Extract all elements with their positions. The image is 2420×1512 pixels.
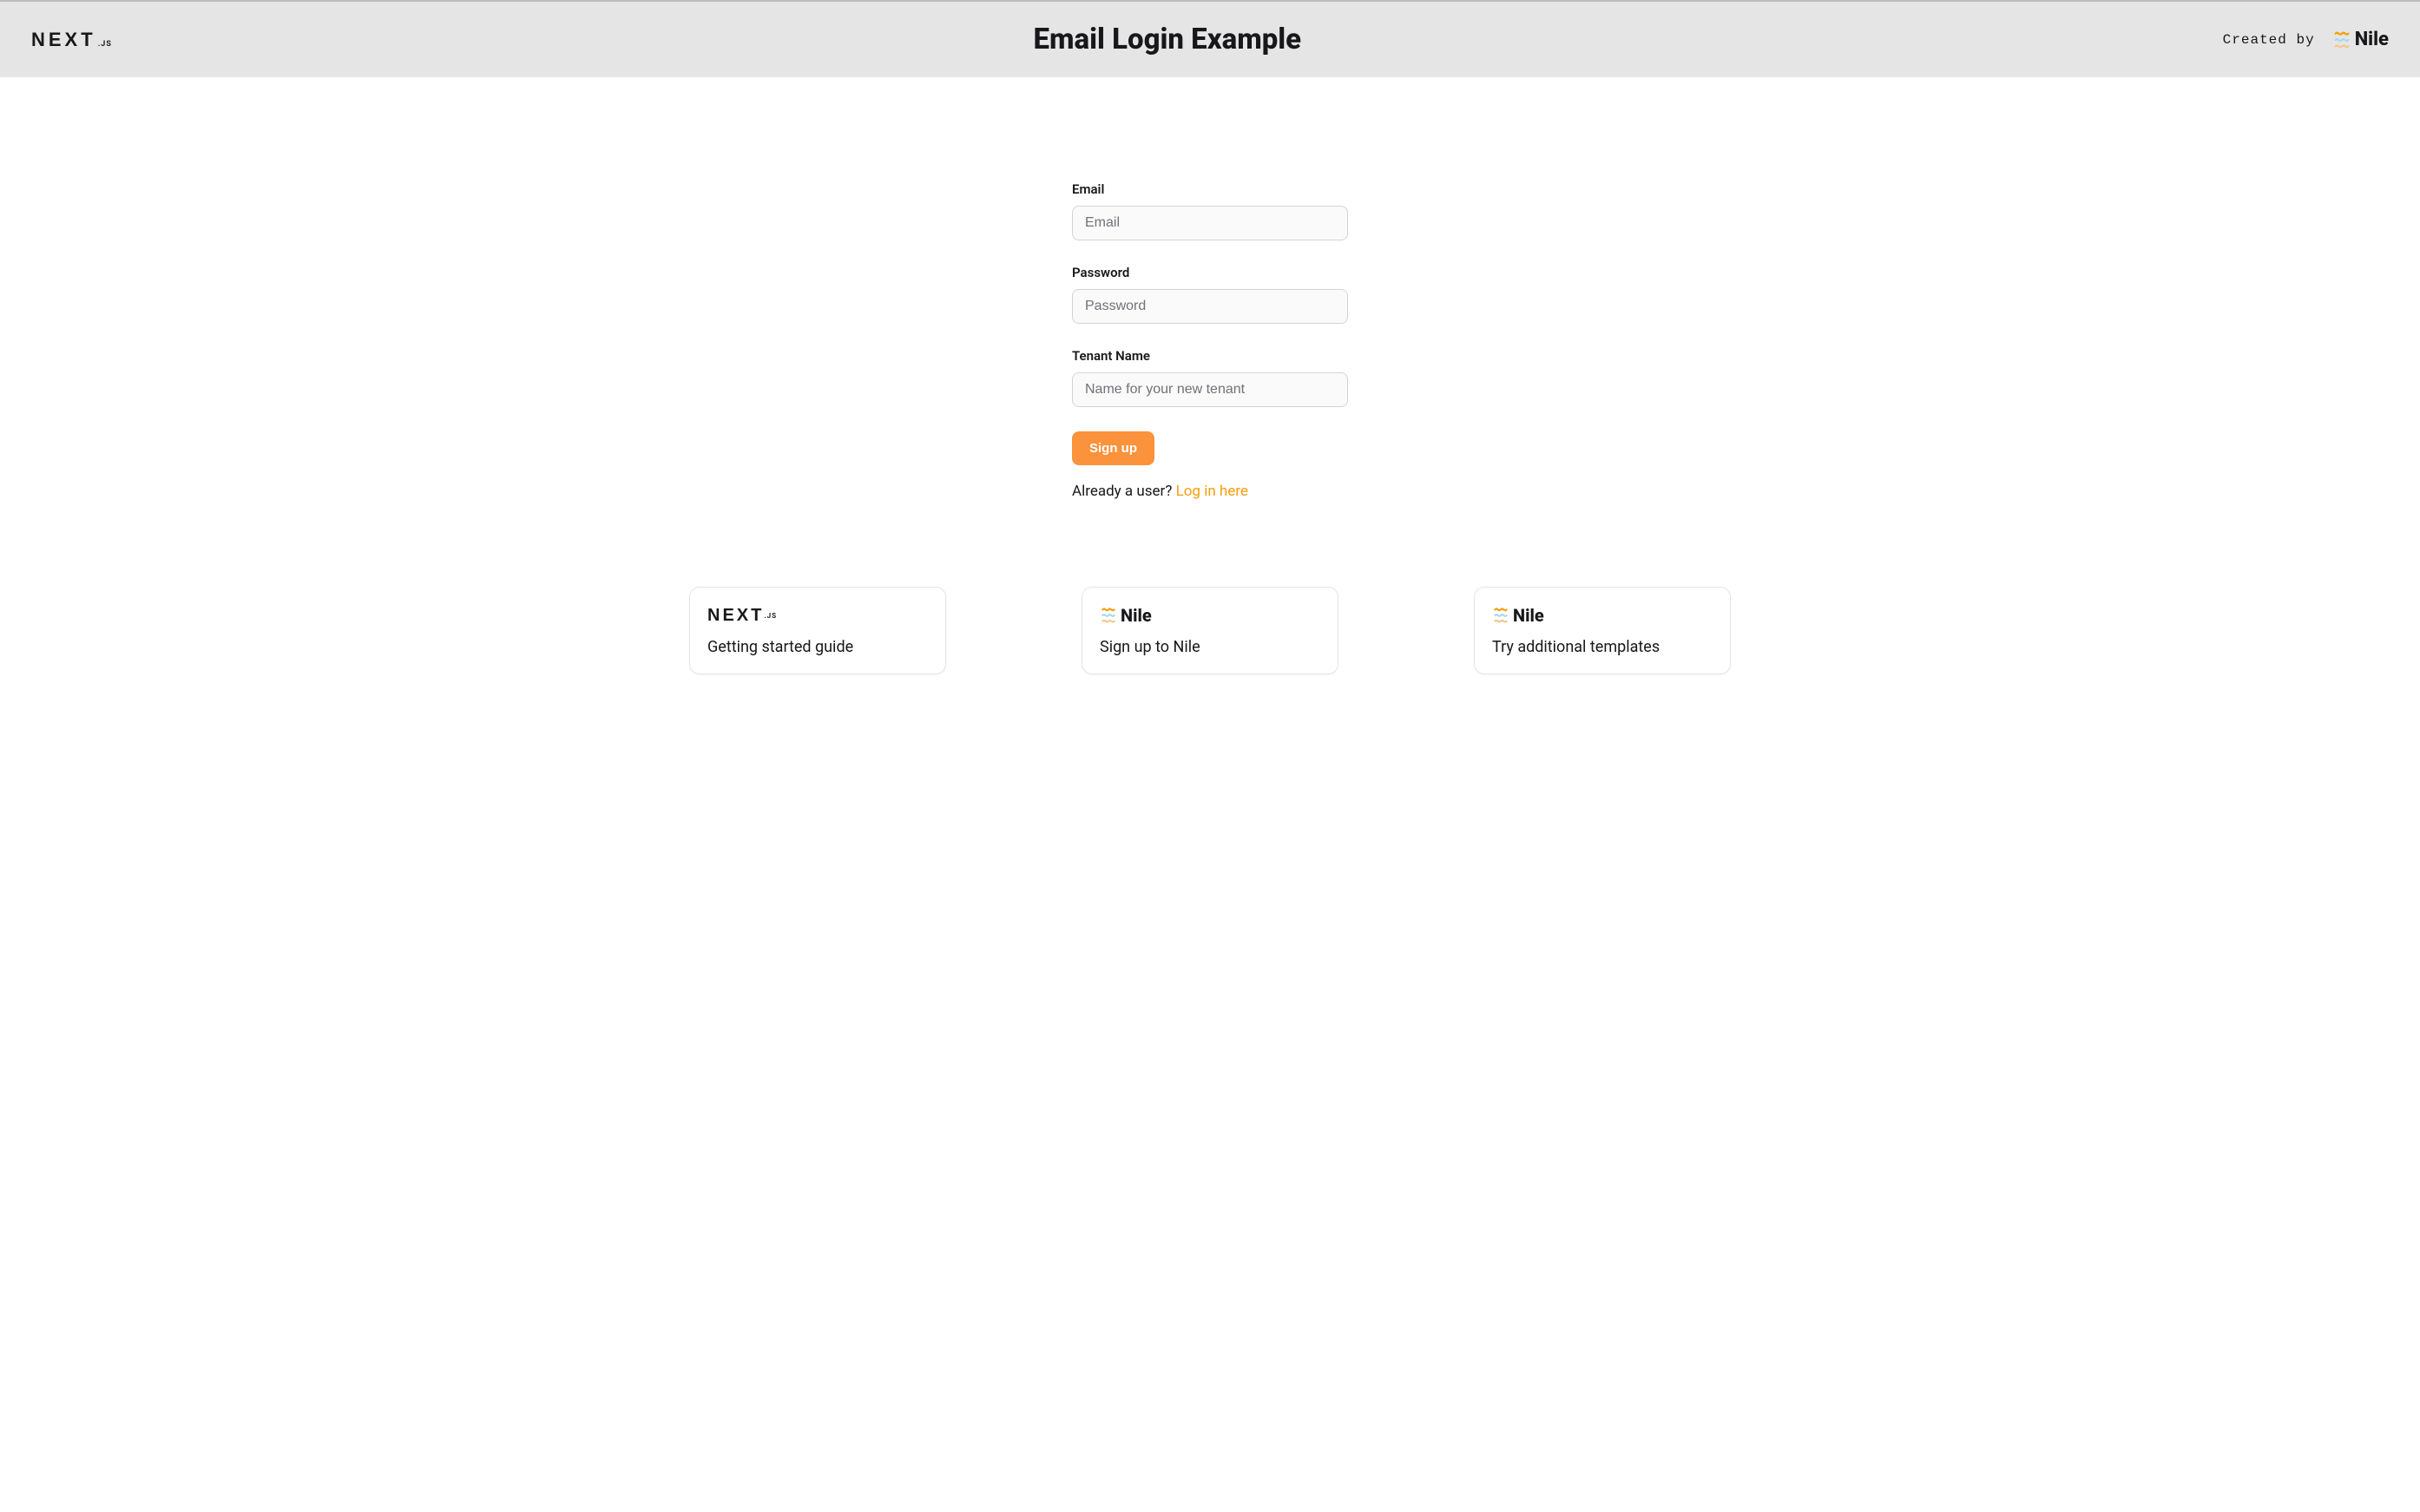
card-logo-nile: Nile <box>1100 605 1320 626</box>
nextjs-logo-main: NEXT <box>707 606 764 626</box>
password-label: Password <box>1072 265 1348 280</box>
tenant-label: Tenant Name <box>1072 348 1348 364</box>
card-logo-nile: Nile <box>1492 605 1713 626</box>
login-link[interactable]: Log in here <box>1176 483 1248 500</box>
card-templates[interactable]: Nile Try additional templates <box>1474 587 1731 674</box>
email-label: Email <box>1072 181 1348 197</box>
nile-logo-text: Nile <box>2355 29 2389 50</box>
card-text: Sign up to Nile <box>1100 638 1320 656</box>
header-left: NEXT .JS <box>31 29 112 51</box>
email-input[interactable] <box>1072 206 1348 240</box>
nile-icon <box>1100 607 1117 624</box>
password-input[interactable] <box>1072 289 1348 324</box>
tenant-field-group: Tenant Name <box>1072 348 1348 407</box>
email-field-group: Email <box>1072 181 1348 240</box>
header-right: Created by Nile <box>2223 29 2389 50</box>
nextjs-logo-suffix: .JS <box>764 612 777 620</box>
created-by-label: Created by <box>2223 32 2315 48</box>
page-title: Email Login Example <box>1033 23 1301 56</box>
card-logo-nextjs: NEXT .JS <box>707 605 928 626</box>
card-getting-started[interactable]: NEXT .JS Getting started guide <box>689 587 946 674</box>
nile-logo-text: Nile <box>1121 605 1152 626</box>
nile-logo-text: Nile <box>1513 605 1544 626</box>
nextjs-logo-suffix: .JS <box>98 40 112 49</box>
signup-form: Email Password Tenant Name Sign up Alrea… <box>1072 181 1348 500</box>
card-text: Getting started guide <box>707 638 928 656</box>
login-prompt-row: Already a user? Log in here <box>1072 483 1348 500</box>
nextjs-logo-main: NEXT <box>31 29 96 51</box>
nextjs-logo: NEXT .JS <box>31 29 112 51</box>
main-content: Email Password Tenant Name Sign up Alrea… <box>0 77 2420 674</box>
signup-button[interactable]: Sign up <box>1072 431 1154 465</box>
page-header: NEXT .JS Email Login Example Created by … <box>0 0 2420 77</box>
nile-logo: Nile <box>2332 29 2389 50</box>
nile-icon <box>1492 607 1509 624</box>
login-prompt-text: Already a user? <box>1072 483 1176 500</box>
cards-row: NEXT .JS Getting started guide Nile Sign… <box>602 587 1818 674</box>
nile-icon <box>2332 30 2351 49</box>
card-text: Try additional templates <box>1492 638 1713 656</box>
card-signup-nile[interactable]: Nile Sign up to Nile <box>1082 587 1338 674</box>
password-field-group: Password <box>1072 265 1348 324</box>
tenant-input[interactable] <box>1072 372 1348 407</box>
